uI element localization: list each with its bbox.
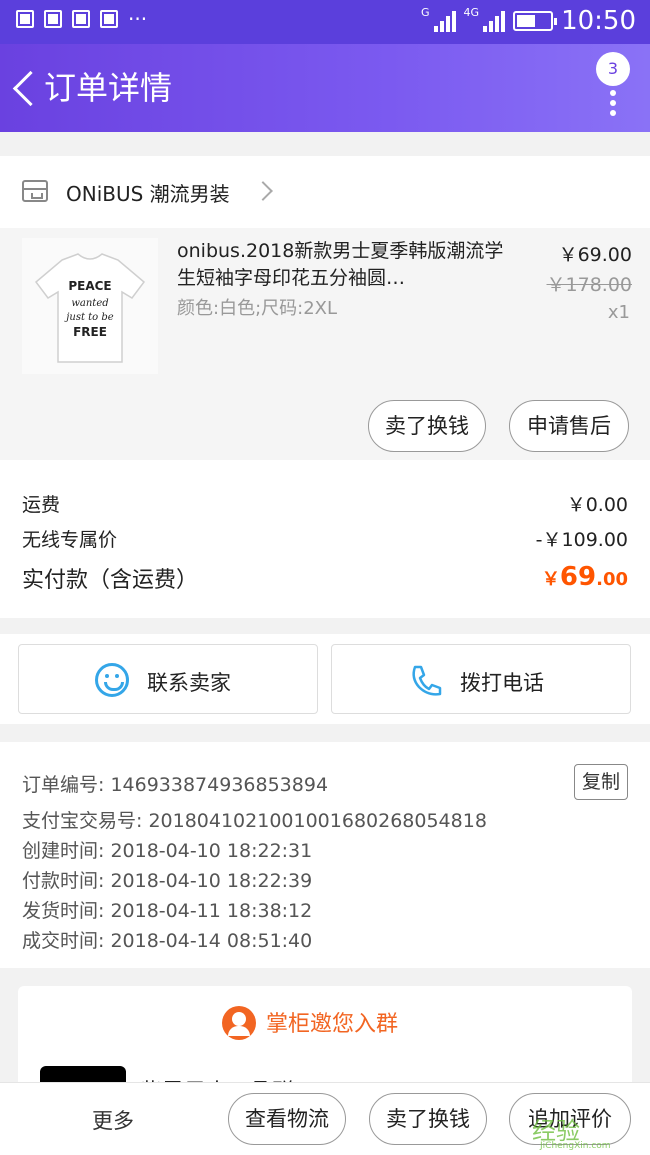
status-bar: ··· G 4G 10:50 — [0, 0, 650, 44]
tshirt-image: PEACE wanted just to be FREE — [34, 253, 146, 363]
clock: 10:50 — [561, 6, 636, 36]
order-number: 订单编号: 146933874936853894 — [22, 774, 329, 796]
product-original-price: ￥178.00 — [546, 274, 632, 296]
completed-time: 成交时间: 2018-04-14 08:51:40 — [22, 930, 313, 952]
more-notifications-icon: ··· — [128, 7, 148, 31]
discount-row: 无线专属价 -￥109.00 — [22, 525, 628, 555]
shipping-label: 运费 — [22, 494, 61, 516]
product-title: onibus.2018新款男士夏季韩版潮流学生短袖字母印花五分袖圆… — [177, 240, 504, 289]
order-info: 订单编号: 146933874936853894 复制 支付宝交易号: 2018… — [0, 742, 650, 968]
paid-integer: 69 — [559, 562, 597, 592]
watermark: 经验 JiChengXin.com — [532, 1111, 646, 1151]
product-price: ￥69.00 — [558, 244, 632, 266]
signal-icon — [483, 10, 506, 32]
notification-icons: ··· — [16, 7, 148, 31]
app-grid-icon — [100, 10, 118, 28]
discount-value: -￥109.00 — [535, 529, 628, 551]
alipay-trade-number: 支付宝交易号: 2018041021001001680268054818 — [22, 810, 487, 832]
network-type-g: G — [421, 6, 430, 19]
shop-name: ONiBUS 潮流男装 — [66, 182, 230, 206]
group-invite-title: 掌柜邀您入群 — [266, 1012, 399, 1037]
product-sku: 颜色:白色;尺码:2XL — [177, 298, 338, 319]
chat-icon — [95, 663, 129, 697]
shop-row[interactable]: ONiBUS 潮流男装 — [0, 156, 650, 228]
message-count-badge: 3 — [596, 52, 630, 86]
view-logistics-button[interactable]: 查看物流 — [228, 1093, 346, 1145]
app-header: 订单详情 3 — [0, 44, 650, 132]
sell-resale-button[interactable]: 卖了换钱 — [368, 400, 486, 452]
paid-time: 付款时间: 2018-04-10 18:22:39 — [22, 870, 313, 892]
phone-icon — [412, 665, 442, 696]
shop-icon — [22, 180, 48, 202]
shipping-row: 运费 ￥0.00 — [22, 490, 628, 520]
battery-icon — [513, 11, 558, 31]
back-arrow-icon[interactable] — [8, 64, 42, 112]
paid-label: 实付款（含运费） — [22, 568, 199, 593]
discount-label: 无线专属价 — [22, 529, 118, 551]
copy-button[interactable]: 复制 — [574, 764, 628, 800]
bottom-action-bar: 更多 查看物流 卖了换钱 追加评价 经验 JiChengXin.com — [0, 1082, 650, 1155]
network-type: 4G — [463, 6, 480, 19]
shipped-time: 发货时间: 2018-04-11 18:38:12 — [22, 900, 313, 922]
paid-decimal: .00 — [596, 569, 628, 590]
paid-amount: ￥69.00 — [542, 562, 628, 592]
more-vertical-icon — [610, 90, 616, 118]
signal-icon — [433, 10, 456, 32]
shirt-print-line: FREE — [73, 325, 107, 339]
more-button[interactable]: 更多 — [92, 1105, 134, 1135]
chevron-right-icon — [253, 181, 273, 201]
product-quantity: x1 — [607, 302, 630, 323]
product-item[interactable]: PEACE wanted just to be FREE onibus.2018… — [0, 228, 650, 460]
paid-currency: ￥ — [541, 569, 560, 590]
shirt-print-line: just to be — [64, 312, 113, 323]
contact-seller-button[interactable]: 联系卖家 — [18, 644, 318, 714]
system-indicators: G 4G 10:50 — [421, 6, 636, 36]
contact-seller-label: 联系卖家 — [147, 671, 231, 695]
group-user-icon — [222, 1006, 256, 1040]
image-icon — [72, 10, 90, 28]
product-thumbnail[interactable]: PEACE wanted just to be FREE — [22, 238, 158, 374]
paid-row: 实付款（含运费） ￥69.00 — [22, 562, 628, 598]
price-summary: 运费 ￥0.00 无线专属价 -￥109.00 实付款（含运费） ￥69.00 — [0, 460, 650, 618]
shipping-value: ￥0.00 — [566, 494, 628, 516]
after-sales-button[interactable]: 申请售后 — [509, 400, 629, 452]
call-phone-label: 拨打电话 — [460, 671, 544, 695]
shirt-print-line: wanted — [71, 298, 108, 309]
sell-resale-button[interactable]: 卖了换钱 — [369, 1093, 487, 1145]
created-time: 创建时间: 2018-04-10 18:22:31 — [22, 840, 313, 862]
call-phone-button[interactable]: 拨打电话 — [331, 644, 631, 714]
app-grid-icon — [16, 10, 34, 28]
app-grid-icon — [44, 10, 62, 28]
watermark-url: JiChengXin.com — [540, 1141, 611, 1151]
more-menu-button[interactable]: 3 — [596, 52, 632, 122]
shirt-print-line: PEACE — [68, 279, 111, 293]
contact-section: 联系卖家 拨打电话 — [0, 634, 650, 724]
page-title: 订单详情 — [44, 69, 173, 107]
